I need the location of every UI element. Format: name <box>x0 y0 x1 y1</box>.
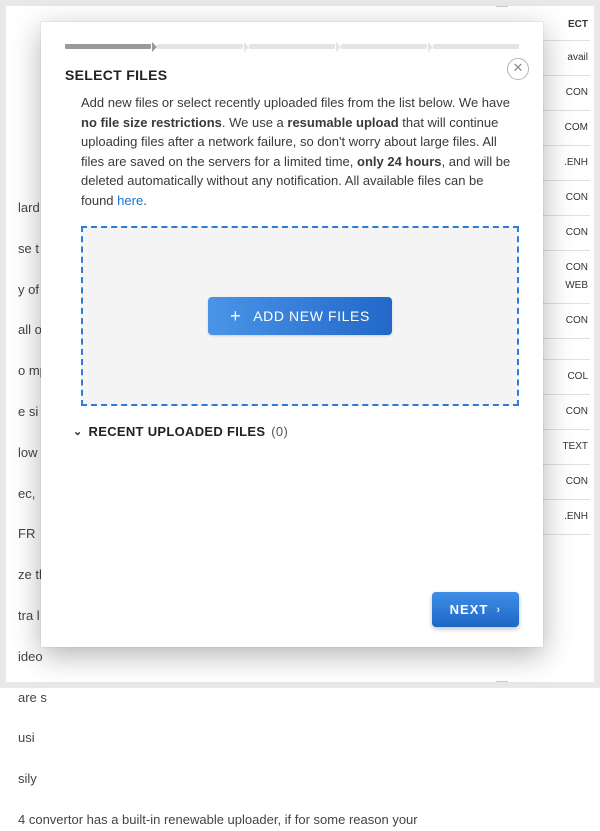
progress-step-3 <box>249 44 335 49</box>
next-button-label: NEXT <box>450 602 489 617</box>
progress-step-2 <box>157 44 243 49</box>
progress-step-1 <box>65 44 151 49</box>
next-button[interactable]: NEXT › <box>432 592 519 627</box>
progress-step-4 <box>341 44 427 49</box>
recent-label: RECENT UPLOADED FILES <box>89 424 266 439</box>
add-new-files-button[interactable]: + ADD NEW FILES <box>208 297 392 335</box>
select-files-modal: ✕ SELECT FILES Add new files or select r… <box>41 22 543 647</box>
recent-uploaded-toggle[interactable]: ⌄ RECENT UPLOADED FILES (0) <box>73 424 519 439</box>
page-backdrop: lard se t y of all o o mp e si low ec, F… <box>0 0 600 688</box>
progress-step-5 <box>433 44 519 49</box>
chevron-down-icon: ⌄ <box>73 425 83 438</box>
here-link[interactable]: here <box>117 193 143 208</box>
wizard-progress <box>65 44 519 49</box>
add-button-label: ADD NEW FILES <box>253 308 370 324</box>
modal-description: Add new files or select recently uploade… <box>81 93 519 210</box>
chevron-right-icon: › <box>496 604 501 616</box>
modal-heading: SELECT FILES <box>65 67 519 83</box>
file-dropzone[interactable]: + ADD NEW FILES <box>81 226 519 406</box>
close-icon[interactable]: ✕ <box>507 58 529 80</box>
recent-count: (0) <box>271 424 288 439</box>
plus-icon: + <box>230 309 241 323</box>
